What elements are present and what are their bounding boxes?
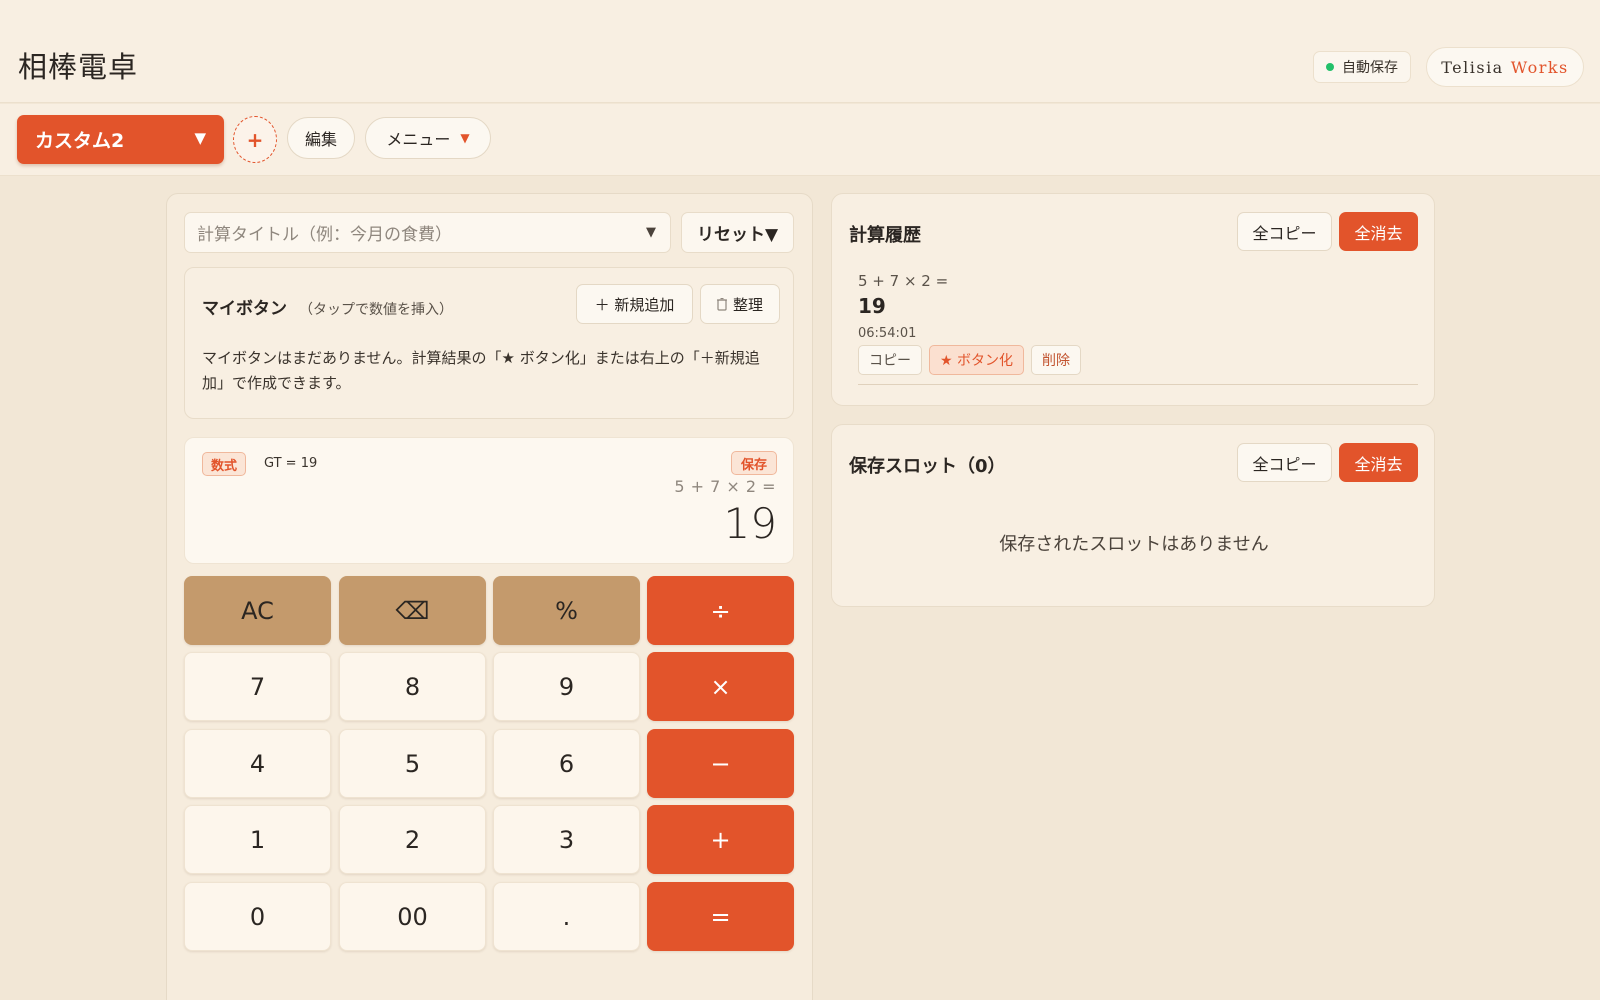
brand-badge[interactable]: Telisia Works: [1426, 47, 1584, 87]
key-6[interactable]: 6: [493, 729, 640, 798]
chevron-down-icon: ▼: [194, 129, 206, 147]
key-equals[interactable]: =: [647, 882, 794, 951]
calc-display: 数式 GT = 19 保存 5 + 7 × 2 = 19: [184, 437, 794, 564]
history-title: 計算履歴: [849, 225, 921, 246]
display-expression: 5 + 7 × 2 =: [674, 477, 776, 496]
history-to-button-button[interactable]: ★ ボタン化: [929, 345, 1025, 375]
key-8[interactable]: 8: [339, 652, 486, 721]
grand-total: GT = 19: [264, 456, 318, 471]
new-my-button-label: ＋ 新規追加: [594, 295, 675, 314]
status-dot-icon: [1326, 63, 1334, 71]
history-copy-button[interactable]: コピー: [858, 345, 922, 375]
key-backspace[interactable]: ⌫: [339, 576, 486, 645]
key-divide[interactable]: ÷: [647, 576, 794, 645]
history-expression: 5 + 7 × 2 =: [858, 272, 949, 290]
my-buttons-empty-text: マイボタンはまだありません。計算結果の「★ ボタン化」または右上の「＋新規追加」…: [202, 349, 760, 392]
menu-label: メニュー: [386, 130, 451, 149]
toolbar: カスタム2 ▼ + 編集 メニュー ▼: [0, 104, 1600, 176]
history-actions: コピー ★ ボタン化 削除: [858, 345, 1082, 375]
reset-label: リセット▼: [696, 225, 779, 245]
reset-button[interactable]: リセット▼: [681, 212, 794, 253]
my-buttons-header: マイボタン （タップで数値を挿入）: [202, 294, 453, 319]
key-ac[interactable]: AC: [184, 576, 331, 645]
key-0[interactable]: 0: [184, 882, 331, 951]
key-decimal[interactable]: .: [493, 882, 640, 951]
plus-icon: +: [246, 127, 264, 152]
add-preset-button[interactable]: +: [233, 116, 277, 163]
autosave-label: 自動保存: [1342, 60, 1398, 76]
history-copy-all-button[interactable]: 全コピー: [1237, 212, 1332, 251]
edit-button[interactable]: 編集: [287, 117, 355, 159]
calc-title-select[interactable]: 計算タイトル（例：今月の食費） ▼: [184, 212, 671, 253]
key-00[interactable]: 00: [339, 882, 486, 951]
autosave-indicator: 自動保存: [1313, 51, 1411, 83]
calc-title-placeholder: 計算タイトル（例：今月の食費）: [197, 225, 452, 245]
chevron-down-icon: ▼: [646, 225, 656, 240]
history-item[interactable]: 5 + 7 × 2 = 19 06:54:01 コピー ★ ボタン化 削除: [858, 272, 1418, 385]
key-5[interactable]: 5: [339, 729, 486, 798]
my-buttons-title: マイボタン: [202, 299, 287, 319]
save-slots-card: 保存スロット（0） 全コピー 全消去 保存されたスロットはありません: [831, 424, 1435, 607]
history-delete-button[interactable]: 削除: [1031, 345, 1082, 375]
key-1[interactable]: 1: [184, 805, 331, 874]
slots-empty-text: 保存されたスロットはありません: [999, 534, 1269, 555]
preset-select[interactable]: カスタム2 ▼: [17, 115, 224, 164]
history-clear-all-button[interactable]: 全消去: [1339, 212, 1418, 251]
app-title: 相棒電卓: [18, 50, 139, 84]
formula-mode-badge[interactable]: 数式: [202, 452, 247, 476]
menu-button[interactable]: メニュー ▼: [365, 117, 491, 159]
organize-button[interactable]: 整理: [700, 284, 780, 324]
trash-icon: [716, 297, 727, 311]
preset-label: カスタム2: [35, 130, 125, 152]
organize-label: 整理: [732, 295, 763, 314]
save-badge-button[interactable]: 保存: [730, 451, 777, 475]
history-card: 計算履歴 全コピー 全消去 5 + 7 × 2 = 19 06:54:01 コピ…: [831, 193, 1435, 406]
key-subtract[interactable]: −: [647, 729, 794, 798]
chevron-down-icon: ▼: [460, 131, 470, 145]
history-time: 06:54:01: [858, 326, 917, 341]
app-header: 相棒電卓 自動保存 Telisia Works: [0, 0, 1600, 103]
key-9[interactable]: 9: [493, 652, 640, 721]
slots-clear-all-button[interactable]: 全消去: [1339, 443, 1418, 482]
key-multiply[interactable]: ×: [647, 652, 794, 721]
key-percent[interactable]: %: [493, 576, 640, 645]
brand-main: Telisia: [1441, 57, 1504, 77]
key-4[interactable]: 4: [184, 729, 331, 798]
brand-accent: Works: [1510, 57, 1569, 77]
history-result: 19: [858, 294, 886, 318]
slots-copy-all-button[interactable]: 全コピー: [1237, 443, 1332, 482]
slots-title: 保存スロット（0）: [849, 456, 1006, 477]
new-my-button[interactable]: ＋ 新規追加: [576, 284, 693, 324]
key-3[interactable]: 3: [493, 805, 640, 874]
key-2[interactable]: 2: [339, 805, 486, 874]
edit-label: 編集: [304, 130, 337, 149]
key-7[interactable]: 7: [184, 652, 331, 721]
display-result: 19: [723, 499, 777, 548]
my-buttons-card: マイボタン （タップで数値を挿入） ＋ 新規追加 整理 マイボタンはまだありませ…: [184, 267, 794, 419]
my-buttons-hint: （タップで数値を挿入）: [299, 302, 453, 318]
key-add[interactable]: +: [647, 805, 794, 874]
